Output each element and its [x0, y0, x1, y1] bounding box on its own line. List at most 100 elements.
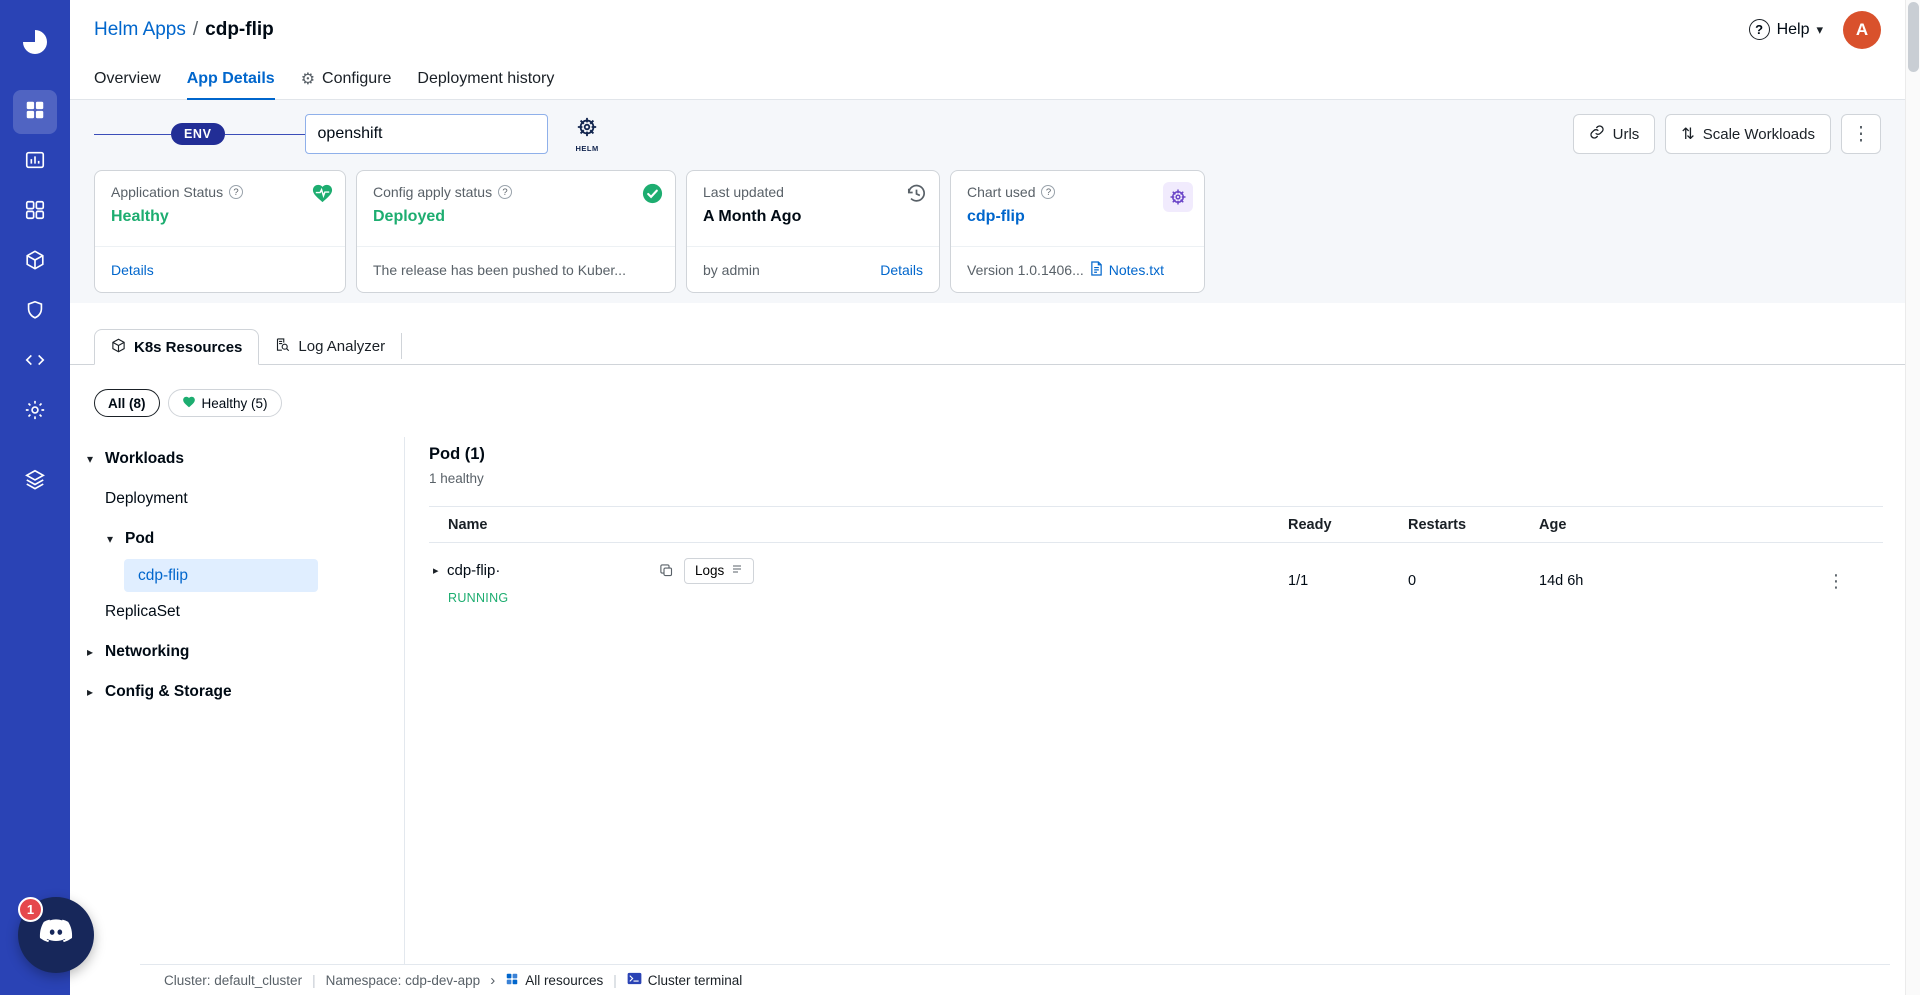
tab-deployment-history[interactable]: Deployment history: [417, 59, 554, 100]
chat-support-button[interactable]: 1: [18, 897, 94, 973]
page-scrollbar[interactable]: [1905, 0, 1920, 995]
pod-panel-subtitle: 1 healthy: [429, 471, 1883, 486]
page-header: Helm Apps / cdp-flip ? Help ▾ A: [70, 0, 1905, 59]
env-badge: ENV: [171, 123, 225, 145]
tree-item-replicaset[interactable]: ReplicaSet: [70, 592, 404, 632]
logs-button[interactable]: Logs: [684, 558, 754, 584]
last-updated-details-link[interactable]: Details: [880, 262, 923, 278]
sidebar-item-bulk-edit[interactable]: [13, 340, 57, 384]
environment-bar: ENV openshift HELM Urls ⇅ Scale W: [94, 114, 1881, 154]
sidebar-item-app-groups[interactable]: [13, 190, 57, 234]
last-updated-card: Last updated A Month Ago by admin Detail…: [686, 170, 940, 293]
scale-arrows-icon: ⇅: [1681, 124, 1694, 144]
tab-overview[interactable]: Overview: [94, 59, 161, 100]
log-lines-icon: [731, 563, 743, 578]
environment-selector[interactable]: openshift: [305, 114, 548, 154]
breadcrumb-helm-apps-link[interactable]: Helm Apps: [94, 19, 186, 41]
tree-replicaset-label: ReplicaSet: [105, 603, 180, 621]
pod-ready-value: 1/1: [1288, 573, 1408, 589]
cluster-terminal-label: Cluster terminal: [648, 973, 743, 988]
config-apply-title: Config apply status: [373, 184, 492, 200]
filter-healthy[interactable]: Healthy (5): [168, 389, 282, 417]
notes-txt-link[interactable]: Notes.txt: [1109, 262, 1164, 278]
pod-name[interactable]: cdp-flip·: [447, 562, 659, 579]
jobs-icon: [24, 149, 46, 176]
sidebar-item-stack-manager[interactable]: [13, 459, 57, 503]
tree-group-networking[interactable]: ▸ Networking: [70, 632, 404, 672]
tab-app-details[interactable]: App Details: [187, 59, 275, 100]
sidebar-item-jobs[interactable]: [13, 140, 57, 184]
tree-group-config-storage[interactable]: ▸ Config & Storage: [70, 672, 404, 712]
pod-panel: Pod (1) 1 healthy Name Ready Restarts Ag…: [405, 437, 1905, 964]
scale-workloads-button[interactable]: ⇅ Scale Workloads: [1665, 114, 1831, 154]
caret-right-icon: ▸: [84, 645, 96, 659]
chevron-down-icon: ▾: [1816, 22, 1823, 38]
environment-section: ENV openshift HELM Urls ⇅ Scale W: [70, 100, 1905, 303]
help-icon[interactable]: ?: [1041, 185, 1055, 199]
tree-pod-label: Pod: [125, 530, 154, 548]
row-kebab-icon[interactable]: ⋮: [1827, 571, 1845, 592]
tab-configure[interactable]: ⚙ Configure: [301, 59, 392, 100]
all-resources-link[interactable]: All resources: [505, 972, 603, 989]
discord-icon: [36, 913, 76, 958]
filter-healthy-label: Healthy (5): [202, 396, 268, 411]
sidebar-item-security[interactable]: [13, 290, 57, 334]
terminal-icon: [627, 972, 642, 988]
resource-tab-bar: K8s Resources Log Analyzer: [70, 329, 1905, 365]
tree-cdp-flip-label: cdp-flip: [138, 567, 188, 585]
sidebar-item-global-config[interactable]: [13, 390, 57, 434]
copy-icon[interactable]: [659, 563, 674, 578]
tree-group-workloads[interactable]: ▾ Workloads: [70, 439, 404, 479]
chevron-right-icon: ›: [490, 972, 495, 989]
filter-all-label: All (8): [108, 396, 146, 411]
tab-log-analyzer[interactable]: Log Analyzer: [259, 333, 402, 359]
namespace-label: Namespace: cdp-dev-app: [326, 973, 481, 988]
health-filter-row: All (8) Healthy (5): [70, 365, 1905, 417]
scale-workloads-label: Scale Workloads: [1703, 126, 1815, 143]
heart-pulse-icon: [311, 182, 334, 205]
application-status-details-link[interactable]: Details: [111, 262, 154, 278]
tree-item-deployment[interactable]: Deployment: [70, 479, 404, 519]
breadcrumb-current-app: cdp-flip: [205, 19, 274, 41]
tab-overview-label: Overview: [94, 70, 161, 88]
help-icon[interactable]: ?: [498, 185, 512, 199]
env-connector-line: [94, 134, 171, 135]
row-expand-caret-icon[interactable]: ▸: [433, 564, 447, 577]
urls-button[interactable]: Urls: [1573, 114, 1656, 154]
code-icon: [24, 349, 46, 376]
avatar[interactable]: A: [1843, 11, 1881, 49]
caret-right-icon: ▸: [84, 685, 96, 699]
tab-k8s-resources[interactable]: K8s Resources: [94, 329, 259, 365]
column-restarts: Restarts: [1408, 517, 1539, 533]
shield-icon: [24, 299, 46, 326]
helm-badge: HELM: [576, 116, 599, 153]
help-menu[interactable]: ? Help ▾: [1749, 19, 1823, 40]
last-updated-value: A Month Ago: [703, 208, 923, 226]
scrollbar-thumb[interactable]: [1908, 2, 1919, 72]
helm-wheel-icon: [576, 116, 598, 143]
caret-down-icon: ▾: [84, 452, 96, 466]
pod-status-badge: RUNNING: [448, 591, 1288, 605]
helm-badge-label: HELM: [576, 144, 599, 153]
help-icon: ?: [1749, 19, 1770, 40]
application-status-card: Application Status ? Healthy Details: [94, 170, 346, 293]
chart-used-link[interactable]: cdp-flip: [967, 208, 1188, 226]
cube-icon: [111, 338, 126, 357]
devtron-logo-icon[interactable]: [15, 22, 55, 62]
tab-k8s-resources-label: K8s Resources: [134, 339, 242, 356]
layers-icon: [24, 468, 46, 495]
cluster-terminal-link[interactable]: Cluster terminal: [627, 972, 743, 988]
more-options-button[interactable]: ⋮: [1841, 114, 1881, 154]
tree-item-cdp-flip[interactable]: cdp-flip: [124, 559, 318, 592]
app-window: Helm Apps / cdp-flip ? Help ▾ A Overview…: [0, 0, 1920, 995]
env-actions: Urls ⇅ Scale Workloads ⋮: [1573, 114, 1881, 154]
help-icon[interactable]: ?: [229, 185, 243, 199]
tree-item-pod[interactable]: ▾ Pod: [70, 519, 404, 559]
sidebar-item-applications[interactable]: [13, 90, 57, 134]
main-area: Helm Apps / cdp-flip ? Help ▾ A Overview…: [70, 0, 1905, 995]
log-search-icon: [275, 337, 290, 356]
sidebar-item-chart-store[interactable]: [13, 240, 57, 284]
help-label: Help: [1777, 21, 1810, 39]
pod-age-value: 14d 6h: [1539, 573, 1789, 589]
filter-all[interactable]: All (8): [94, 389, 160, 417]
